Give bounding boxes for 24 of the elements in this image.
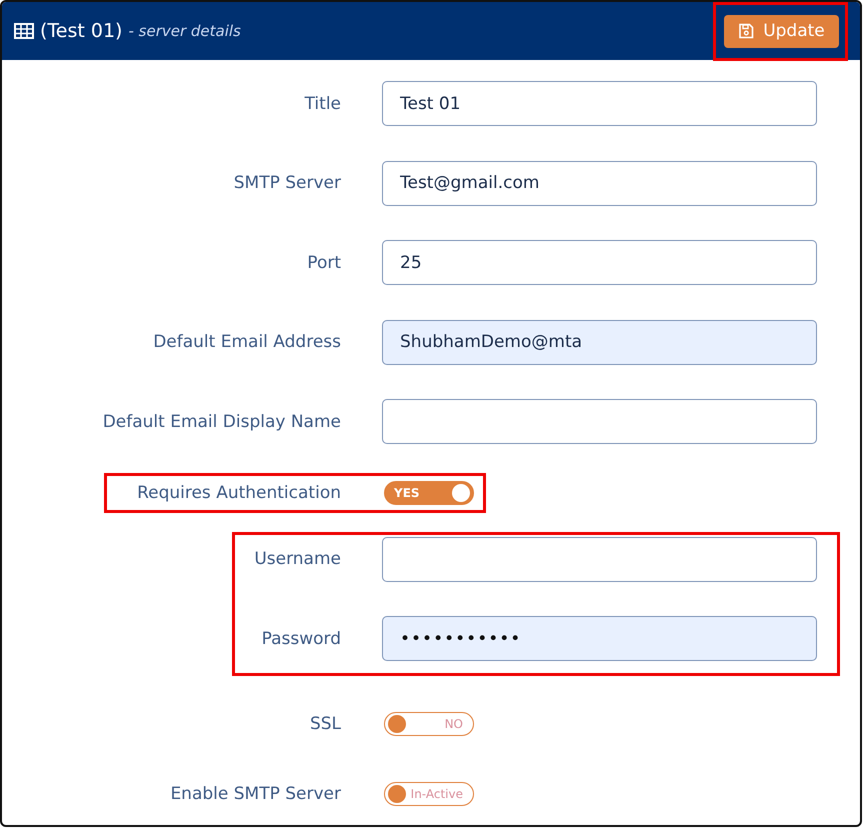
- field-label: SSL: [308, 714, 341, 734]
- toggle-text: In-Active: [410, 787, 463, 801]
- field-label: Username: [253, 549, 341, 569]
- field-label: Port: [306, 252, 341, 272]
- toggle-text: YES: [394, 486, 420, 500]
- input-field[interactable]: [382, 536, 817, 582]
- field-label: Title: [304, 94, 341, 114]
- field-label: Default Email Display Name: [102, 412, 341, 432]
- field-label: Requires Authentication: [136, 482, 341, 502]
- input-field[interactable]: Test 01: [382, 81, 817, 126]
- table-icon: [14, 23, 34, 39]
- toggle-text: NO: [444, 717, 463, 731]
- save-icon: [738, 23, 754, 39]
- input-field[interactable]: [382, 399, 817, 444]
- field-label: Default Email Address: [152, 332, 341, 352]
- field-label: Password: [260, 628, 341, 648]
- panel-title: (Test 01): [40, 20, 122, 42]
- password-field[interactable]: •••••••••••: [382, 616, 817, 661]
- panel-subtitle: - server details: [128, 22, 241, 40]
- field-label: Enable SMTP Server: [169, 784, 341, 804]
- input-field[interactable]: 25: [382, 240, 817, 285]
- input-field[interactable]: ShubhamDemo@mta: [382, 320, 817, 364]
- input-field[interactable]: Test@gmail.com: [382, 160, 817, 206]
- field-label: SMTP Server: [232, 173, 341, 193]
